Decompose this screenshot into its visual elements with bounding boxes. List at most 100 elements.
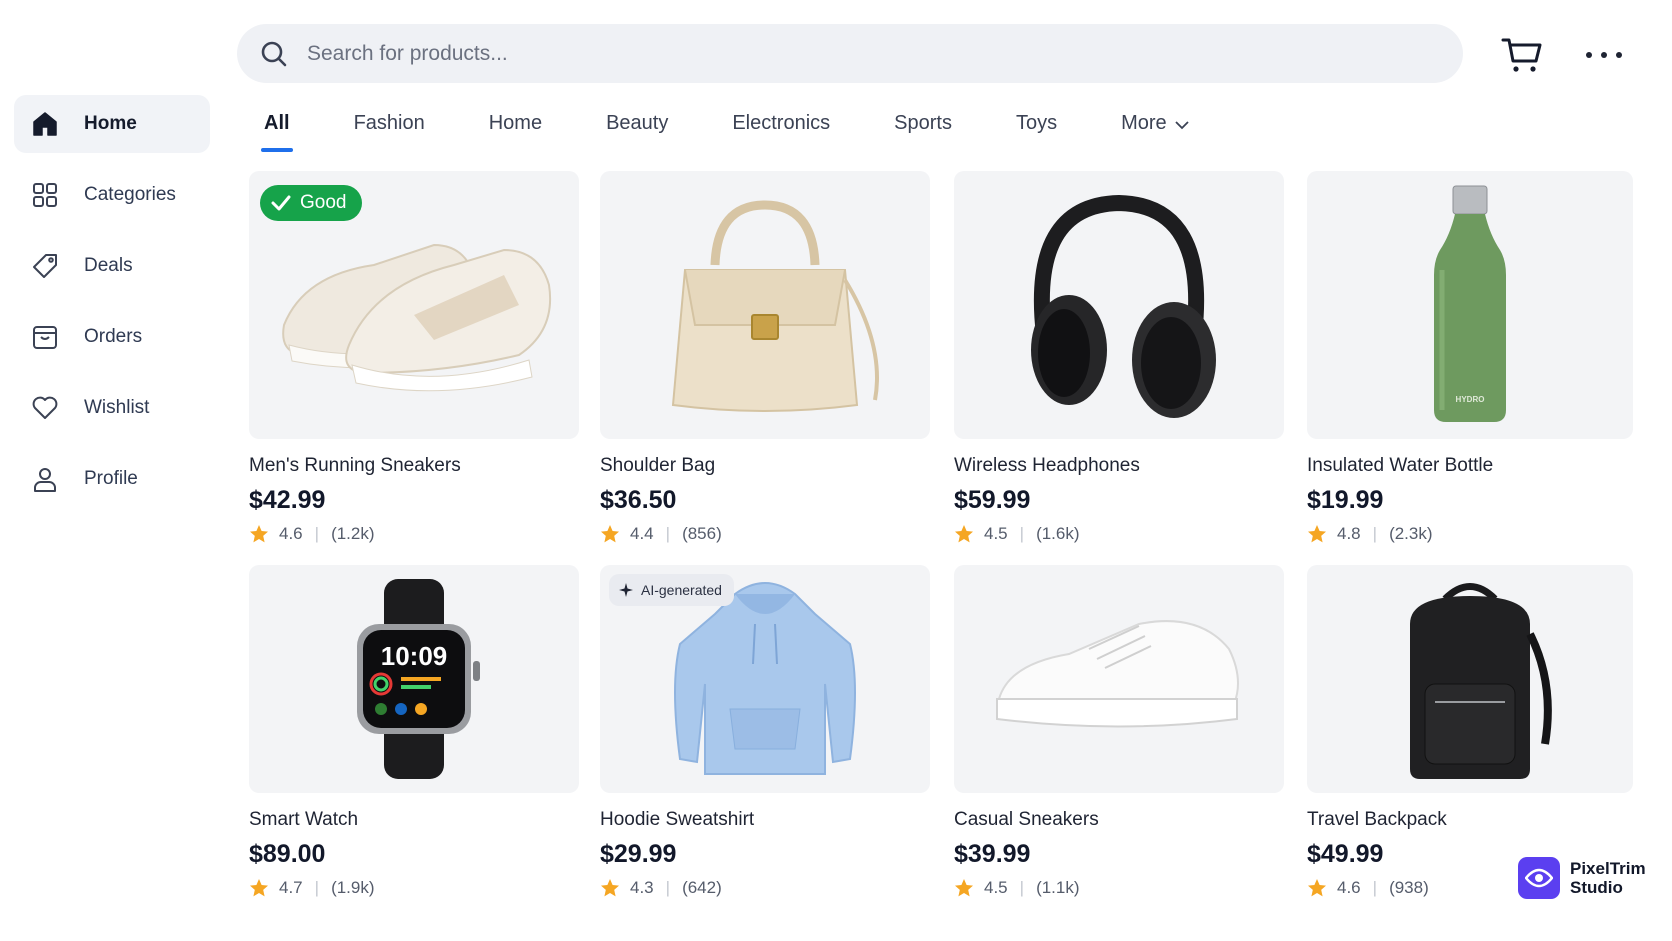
product-name: Casual Sneakers	[954, 809, 1099, 830]
sidebar-item-home[interactable]: Home	[14, 95, 210, 153]
search-bar[interactable]	[237, 24, 1463, 83]
product-price: $39.99	[954, 840, 1031, 868]
product-rating: 4.8 | (2.3k)	[1307, 524, 1633, 544]
rating-divider: |	[1019, 878, 1025, 897]
sidebar-item-label: Wishlist	[84, 397, 150, 418]
rating-value: 4.5	[984, 524, 1008, 543]
category-tabs: All Fashion Home Beauty Electronics Spor…	[261, 108, 1253, 158]
tab-all[interactable]: All	[261, 108, 293, 158]
home-icon	[30, 109, 60, 139]
rating-divider: |	[1019, 524, 1025, 543]
rating-value: 4.6	[1337, 878, 1361, 897]
product-card[interactable]: Good Men's Running Sneakers $42.99 4.6 |…	[249, 171, 579, 544]
sidebar-item-orders[interactable]: Orders	[14, 308, 210, 366]
product-card[interactable]: 10:09 Smart Watch $89.00 4.7 | (1.9k)	[249, 565, 579, 898]
product-card[interactable]: Travel Backpack $49.99 4.6 | (938)	[1307, 565, 1633, 898]
product-card[interactable]: Wireless Headphones $59.99 4.5 | (1.6k)	[954, 171, 1284, 544]
sidebar-item-deals[interactable]: Deals	[14, 237, 210, 295]
star-icon	[250, 879, 268, 897]
product-price: $89.00	[249, 840, 326, 868]
grid-icon	[30, 180, 60, 210]
eye-logo-icon	[1518, 857, 1560, 899]
rating-value: 4.7	[279, 878, 303, 897]
product-rating: 4.7 | (1.9k)	[249, 878, 579, 898]
tab-fashion[interactable]: Fashion	[354, 108, 425, 158]
check-icon	[271, 195, 291, 211]
product-image	[600, 171, 930, 439]
product-name: Men's Running Sneakers	[249, 455, 461, 476]
product-image	[1307, 565, 1633, 793]
review-count: (1.2k)	[331, 524, 375, 543]
brand-name-line2: Studio	[1570, 878, 1623, 897]
rating-divider: |	[1372, 878, 1378, 897]
bottle-label: HYDRO	[1456, 395, 1485, 404]
tab-electronics[interactable]: Electronics	[732, 108, 830, 158]
product-price: $42.99	[249, 486, 326, 514]
rating-divider: |	[665, 878, 671, 897]
review-count: (1.9k)	[331, 878, 375, 897]
tab-sports[interactable]: Sports	[894, 108, 952, 158]
tab-toys[interactable]: Toys	[1016, 108, 1057, 158]
review-count: (856)	[682, 524, 722, 543]
product-price: $59.99	[954, 486, 1031, 514]
brand-name-line1: PixelTrim	[1570, 859, 1646, 878]
product-image: Good	[249, 171, 579, 439]
sidebar-item-label: Categories	[84, 184, 176, 205]
sidebar-item-label: Home	[84, 113, 137, 134]
product-image: AI-generated	[600, 565, 930, 793]
rating-divider: |	[665, 524, 671, 543]
rating-divider: |	[1372, 524, 1378, 543]
product-price: $29.99	[600, 840, 677, 868]
search-input[interactable]	[307, 41, 1407, 66]
watch-time: 10:09	[381, 641, 448, 671]
star-icon	[1308, 525, 1326, 543]
review-count: (642)	[682, 878, 722, 897]
product-name: Smart Watch	[249, 809, 359, 830]
product-name: Wireless Headphones	[954, 455, 1140, 476]
sidebar-item-label: Orders	[84, 326, 143, 347]
sidebar-item-wishlist[interactable]: Wishlist	[14, 379, 210, 437]
rating-divider: |	[314, 878, 320, 897]
review-count: (1.6k)	[1036, 524, 1080, 543]
product-image: 10:09	[249, 565, 579, 793]
product-card[interactable]: HYDRO Insulated Water Bottle $19.99 4.8 …	[1307, 171, 1633, 544]
quality-badge: Good	[260, 185, 363, 221]
review-count: (938)	[1389, 878, 1429, 897]
rating-divider: |	[314, 524, 320, 543]
rating-value: 4.6	[279, 524, 303, 543]
sidebar: Home Categories Deals Orders Wishlist Pr…	[14, 95, 210, 521]
badge-label: AI-generated	[641, 582, 722, 598]
tab-more-label: More	[1121, 112, 1167, 134]
more-dots-icon[interactable]	[1586, 40, 1622, 70]
sidebar-item-label: Profile	[84, 468, 138, 489]
sidebar-item-profile[interactable]: Profile	[14, 450, 210, 508]
product-card[interactable]: Shoulder Bag $36.50 4.4 | (856)	[600, 171, 930, 544]
user-icon	[30, 464, 60, 494]
rating-value: 4.4	[630, 524, 654, 543]
product-image	[954, 171, 1284, 439]
product-rating: 4.4 | (856)	[600, 524, 930, 544]
cart-icon[interactable]	[1500, 33, 1544, 77]
product-rating: 4.5 | (1.1k)	[954, 878, 1284, 898]
tab-beauty[interactable]: Beauty	[606, 108, 668, 158]
search-icon	[259, 39, 289, 69]
product-name: Hoodie Sweatshirt	[600, 809, 755, 830]
review-count: (1.1k)	[1036, 878, 1080, 897]
product-image	[954, 565, 1284, 793]
product-rating: 4.5 | (1.6k)	[954, 524, 1284, 544]
product-name: Travel Backpack	[1307, 809, 1447, 830]
product-card[interactable]: AI-generated Hoodie Sweatshirt $29.99 4.…	[600, 565, 930, 898]
star-icon	[250, 525, 268, 543]
heart-icon	[30, 393, 60, 423]
tab-more[interactable]: More	[1121, 108, 1189, 158]
sidebar-item-categories[interactable]: Categories	[14, 166, 210, 224]
chevron-down-icon	[1175, 121, 1189, 130]
product-name: Shoulder Bag	[600, 455, 716, 476]
product-rating: 4.3 | (642)	[600, 878, 930, 898]
star-icon	[955, 879, 973, 897]
product-card[interactable]: Casual Sneakers $39.99 4.5 | (1.1k)	[954, 565, 1284, 898]
star-icon	[1308, 879, 1326, 897]
tab-home[interactable]: Home	[489, 108, 542, 158]
sparkle-icon	[619, 583, 633, 597]
tag-icon	[30, 251, 60, 281]
